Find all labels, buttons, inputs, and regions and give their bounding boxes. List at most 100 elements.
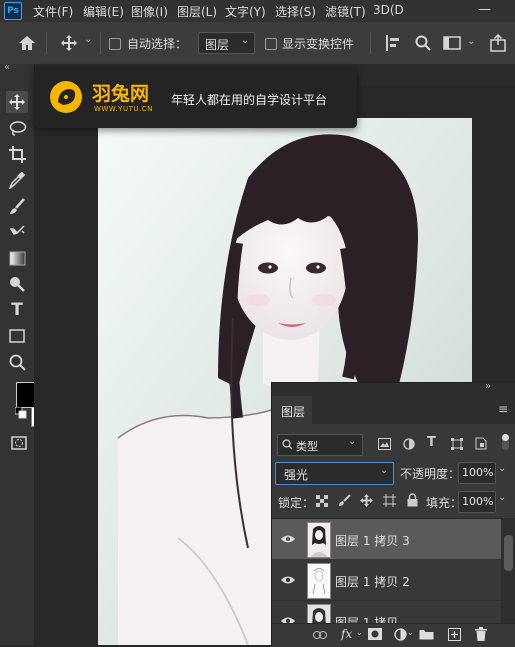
fill-input[interactable]: 100%: [458, 491, 496, 513]
layers-panel: » 图层 ≡ 类型 ⌄ T 强光 ⌄ 不透明度： 100% ⌄ 锁定： 填充： …: [271, 381, 515, 647]
layer-name[interactable]: 图层 1 拷贝 2: [335, 573, 410, 590]
quick-mask-icon[interactable]: [11, 436, 27, 450]
rectangle-tool-icon[interactable]: [9, 329, 25, 343]
search-icon: [282, 439, 293, 450]
filter-toggle[interactable]: [502, 434, 509, 450]
lasso-icon[interactable]: [9, 120, 27, 136]
brand-slogan: 年轻人都在用的自学设计平台: [171, 93, 328, 107]
menu-bar: Ps 文件(F) 编辑(E) 图像(I) 图层(L) 文字(Y) 选择(S) 滤…: [0, 0, 515, 22]
menu-layer[interactable]: 图层(L): [177, 3, 217, 20]
blend-mode-value: 强光: [284, 468, 309, 482]
brand-name: 羽兔网: [92, 83, 150, 105]
auto-select-checkbox[interactable]: [109, 38, 121, 50]
filter-pixel-icon[interactable]: [378, 438, 391, 450]
layer-thumbnail: [307, 563, 331, 599]
show-transform-checkbox[interactable]: [265, 38, 277, 50]
menu-filter[interactable]: 滤镜(T): [325, 3, 366, 20]
menu-edit[interactable]: 编辑(E): [83, 3, 124, 20]
adjustment-icon[interactable]: [394, 628, 407, 641]
lock-all-icon[interactable]: [407, 493, 418, 507]
panel-menu-icon[interactable]: ≡: [498, 402, 508, 416]
eyedropper-icon[interactable]: [9, 172, 25, 189]
layer-name[interactable]: 图层 1 拷贝: [335, 614, 398, 623]
toolbar: « T: [0, 62, 69, 645]
menu-select[interactable]: 选择(S): [275, 3, 316, 20]
menu-image[interactable]: 图像(I): [131, 3, 168, 20]
brand-url: WWW.YUTU.CN: [94, 105, 153, 113]
auto-select-label: 自动选择：: [127, 37, 188, 51]
brand-logo-icon: [50, 81, 82, 113]
new-layer-icon[interactable]: [448, 628, 461, 641]
search-icon[interactable]: [415, 35, 431, 51]
opacity-input[interactable]: 100%: [458, 462, 496, 484]
move-tool-icon[interactable]: [60, 34, 78, 52]
chevron-down-icon[interactable]: ⌄: [498, 463, 506, 474]
dodge-icon[interactable]: [9, 276, 26, 293]
default-colors-icon[interactable]: [15, 407, 27, 419]
blend-mode-dropdown[interactable]: 强光 ⌄: [275, 462, 394, 485]
gradient-icon[interactable]: [9, 250, 26, 267]
filter-adjustment-icon[interactable]: [403, 438, 415, 450]
lock-transparent-pixels-icon[interactable]: [316, 495, 328, 507]
options-bar: ⌄ 自动选择： 图层 ⌄ 显示变换控件 ⌄: [0, 22, 515, 65]
clone-stamp-icon[interactable]: [9, 224, 26, 241]
visibility-eye-icon[interactable]: [280, 616, 296, 623]
layer-filter-value: 类型: [296, 440, 318, 453]
move-tool-icon[interactable]: [9, 94, 25, 110]
menu-file[interactable]: 文件(F): [33, 3, 73, 20]
menu-3d[interactable]: 3D(D: [373, 3, 404, 17]
chevron-down-icon[interactable]: ⌄: [407, 628, 414, 637]
type-tool-icon[interactable]: T: [6, 299, 28, 321]
layer-thumbnail: [307, 522, 331, 558]
chevron-down-icon: ⌄: [380, 465, 389, 476]
crop-icon[interactable]: [9, 146, 26, 163]
link-icon[interactable]: [313, 631, 327, 639]
tab-layers[interactable]: 图层: [281, 403, 305, 420]
chevron-down-icon[interactable]: ⌄: [84, 34, 92, 45]
layer-filter-dropdown[interactable]: 类型 ⌄: [277, 434, 363, 456]
lock-artboard-icon[interactable]: [383, 494, 396, 507]
fill-label: 填充：: [426, 496, 463, 510]
trash-icon[interactable]: [475, 627, 487, 641]
visibility-eye-icon[interactable]: [280, 575, 296, 585]
opacity-value: 100%: [462, 466, 494, 479]
layer-row[interactable]: 图层 1 拷贝: [272, 601, 501, 623]
layers-scrollbar[interactable]: [501, 519, 515, 623]
filter-smart-object-icon[interactable]: [475, 437, 487, 450]
chevron-down-icon[interactable]: ⌄: [467, 36, 475, 47]
zoom-tool-icon[interactable]: [9, 354, 26, 371]
layer-row[interactable]: 图层 1 拷贝 3: [272, 519, 501, 559]
auto-select-target-dropdown[interactable]: 图层 ⌄: [198, 32, 255, 54]
scrollbar-thumb[interactable]: [504, 535, 513, 571]
fill-value: 100%: [462, 495, 494, 508]
filter-type-icon[interactable]: T: [427, 435, 436, 450]
chevron-down-icon[interactable]: ⌄: [498, 492, 506, 503]
workspace-icon[interactable]: [443, 36, 461, 50]
layer-row[interactable]: 图层 1 拷贝 2: [272, 560, 501, 600]
home-icon[interactable]: [18, 35, 36, 51]
share-icon[interactable]: [490, 34, 506, 52]
chevron-down-icon[interactable]: ⌄: [356, 628, 363, 637]
show-transform-label: 显示变换控件: [282, 37, 355, 51]
align-left-icon[interactable]: [386, 35, 400, 51]
collapse-toolbar-icon[interactable]: «: [4, 62, 10, 73]
lock-image-pixels-icon[interactable]: [338, 494, 351, 507]
auto-select-target-value: 图层: [205, 38, 230, 52]
mask-icon[interactable]: [368, 628, 382, 640]
chevron-down-icon: ⌄: [348, 436, 357, 447]
collapse-panel-icon[interactable]: »: [485, 381, 491, 392]
brush-icon[interactable]: [9, 198, 25, 215]
filter-shape-icon[interactable]: [451, 438, 463, 450]
lock-label: 锁定：: [278, 496, 315, 510]
fx-icon[interactable]: fx: [341, 627, 352, 641]
lock-position-icon[interactable]: [360, 494, 373, 507]
menu-type[interactable]: 文字(Y): [225, 3, 266, 20]
chevron-down-icon: ⌄: [241, 35, 250, 46]
photoshop-logo-icon: Ps: [4, 2, 22, 20]
folder-icon[interactable]: [419, 629, 434, 640]
layer-name[interactable]: 图层 1 拷贝 3: [335, 532, 410, 549]
minimize-button[interactable]: —: [478, 2, 491, 17]
visibility-eye-icon[interactable]: [280, 534, 296, 544]
opacity-label: 不透明度：: [400, 467, 461, 481]
layer-thumbnail: [307, 604, 331, 623]
